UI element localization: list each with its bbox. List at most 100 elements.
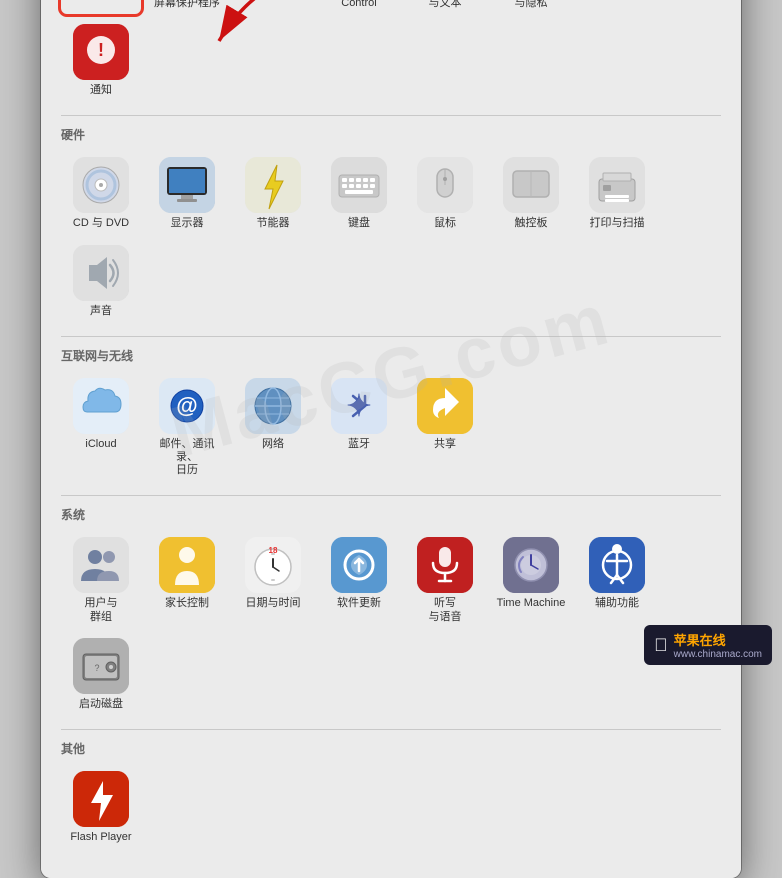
icon-wrap-timemachine bbox=[503, 537, 559, 593]
section-internet: iCloud @ 邮件、通讯录、日历 bbox=[61, 374, 721, 482]
icon-item-cddvd[interactable]: CD 与 DVD bbox=[61, 153, 141, 234]
icon-item-timemachine[interactable]: Time Machine bbox=[491, 533, 571, 627]
icon-item-flashplayer[interactable]: Flash Player bbox=[61, 767, 141, 848]
brand-text: 苹果在线 www.chinamac.com bbox=[674, 630, 762, 660]
keyboard-icon bbox=[331, 157, 387, 213]
keyboard-label: 键盘 bbox=[348, 217, 370, 230]
svg-text:!: ! bbox=[98, 40, 104, 60]
display-label: 显示器 bbox=[171, 217, 204, 230]
flashplayer-icon-svg bbox=[73, 771, 129, 827]
icon-item-notification[interactable]: ! 通知 bbox=[61, 20, 141, 101]
icon-item-print[interactable]: 打印与扫描 bbox=[577, 153, 657, 234]
svg-text:✦: ✦ bbox=[346, 390, 371, 423]
icon-wrap-network bbox=[245, 378, 301, 434]
icon-item-keyboard[interactable]: 键盘 bbox=[319, 153, 399, 234]
icon-wrap-notification: ! bbox=[73, 24, 129, 80]
icon-wrap-display bbox=[159, 157, 215, 213]
icon-item-startup[interactable]: ? 启动磁盘 bbox=[61, 634, 141, 715]
icon-wrap-cddvd bbox=[73, 157, 129, 213]
trackpad-icon-svg bbox=[503, 157, 559, 213]
datetime-icon: 18 bbox=[245, 537, 301, 593]
sound-label: 声音 bbox=[90, 305, 112, 318]
sharing-icon-svg bbox=[417, 378, 473, 434]
users-icon-svg bbox=[73, 537, 129, 593]
icon-item-users[interactable]: 用户与群组 bbox=[61, 533, 141, 627]
softupdate-label: 软件更新 bbox=[337, 597, 381, 610]
timemachine-icon-svg bbox=[503, 537, 559, 593]
users-label: 用户与群组 bbox=[85, 597, 118, 623]
sound-icon-svg bbox=[73, 245, 129, 301]
icon-item-parental[interactable]: 家长控制 bbox=[147, 533, 227, 627]
icon-wrap-energy bbox=[245, 157, 301, 213]
icon-item-energy[interactable]: 节能器 bbox=[233, 153, 313, 234]
icon-item-security[interactable]: 安全性与隐私 bbox=[491, 0, 571, 14]
icon-item-sound[interactable]: 声音 bbox=[61, 241, 141, 322]
trackpad-icon bbox=[503, 157, 559, 213]
icon-item-trackpad[interactable]: 触控板 bbox=[491, 153, 571, 234]
icon-wrap-print bbox=[589, 157, 645, 213]
icon-item-datetime[interactable]: 18 日期与时间 bbox=[233, 533, 313, 627]
network-icon bbox=[245, 378, 301, 434]
energy-label: 节能器 bbox=[257, 217, 290, 230]
network-label: 网络 bbox=[262, 438, 284, 451]
sound-icon bbox=[73, 245, 129, 301]
apple-logo:  bbox=[654, 635, 668, 656]
icon-wrap-datetime: 18 bbox=[245, 537, 301, 593]
language-label: 语言与文本 bbox=[429, 0, 462, 10]
icon-item-mouse[interactable]: 鼠标 bbox=[405, 153, 485, 234]
bluetooth-icon: ✦ bbox=[331, 378, 387, 434]
brand-badge:  苹果在线 www.chinamac.com bbox=[644, 625, 772, 665]
system-preferences-window: 系统偏好设置 ◀ ▶ 全部显示 MacCG.com bbox=[41, 0, 741, 878]
mouse-label: 鼠标 bbox=[434, 217, 456, 230]
flashplayer-icon bbox=[73, 771, 129, 827]
softupdate-icon-svg bbox=[331, 537, 387, 593]
print-label: 打印与扫描 bbox=[590, 217, 645, 230]
users-icon bbox=[73, 537, 129, 593]
icon-wrap-parental bbox=[159, 537, 215, 593]
divider-system bbox=[61, 495, 721, 496]
section-label-other: 其他 bbox=[61, 740, 721, 757]
icon-item-general[interactable]: 通用 通用 bbox=[61, 0, 141, 14]
icon-item-mission[interactable]: MissionControl bbox=[319, 0, 399, 14]
energy-icon bbox=[245, 157, 301, 213]
icloud-icon-svg bbox=[73, 378, 129, 434]
icon-item-network[interactable]: 网络 bbox=[233, 374, 313, 482]
svg-text:18: 18 bbox=[269, 546, 278, 555]
network-icon-svg bbox=[245, 378, 301, 434]
icon-item-spotlight[interactable]: Spotlight bbox=[577, 0, 657, 14]
icon-item-softupdate[interactable]: 软件更新 bbox=[319, 533, 399, 627]
icon-wrap-accessibility bbox=[589, 537, 645, 593]
accessibility-icon-svg bbox=[589, 537, 645, 593]
icon-item-sharing[interactable]: 共享 bbox=[405, 374, 485, 482]
mouse-icon bbox=[417, 157, 473, 213]
section-system: 用户与群组 家长控制 bbox=[61, 533, 721, 715]
dictation-icon bbox=[417, 537, 473, 593]
section-label-internet: 互联网与无线 bbox=[61, 347, 721, 364]
section-label-hardware: 硬件 bbox=[61, 126, 721, 143]
sharing-icon bbox=[417, 378, 473, 434]
parental-icon-svg bbox=[159, 537, 215, 593]
icon-item-mail[interactable]: @ 邮件、通讯录、日历 bbox=[147, 374, 227, 482]
accessibility-icon bbox=[589, 537, 645, 593]
icon-item-accessibility[interactable]: 辅助功能 bbox=[577, 533, 657, 627]
section-other: Flash Player bbox=[61, 767, 721, 848]
icon-item-dock[interactable]: Dock bbox=[233, 0, 313, 14]
icon-wrap-mouse bbox=[417, 157, 473, 213]
icon-item-dictation[interactable]: 听写与语音 bbox=[405, 533, 485, 627]
icon-wrap-users bbox=[73, 537, 129, 593]
sharing-label: 共享 bbox=[434, 438, 456, 451]
icon-item-icloud[interactable]: iCloud bbox=[61, 374, 141, 482]
icon-item-display[interactable]: 显示器 bbox=[147, 153, 227, 234]
icloud-icon bbox=[73, 378, 129, 434]
icon-item-bluetooth[interactable]: ✦ 蓝牙 bbox=[319, 374, 399, 482]
timemachine-icon bbox=[503, 537, 559, 593]
datetime-icon-svg: 18 bbox=[245, 537, 301, 593]
icon-wrap-startup: ? bbox=[73, 638, 129, 694]
icon-wrap-flashplayer bbox=[73, 771, 129, 827]
parental-label: 家长控制 bbox=[165, 597, 209, 610]
display-icon-svg bbox=[159, 157, 215, 213]
icon-wrap-keyboard bbox=[331, 157, 387, 213]
icon-item-language[interactable]: 语言与文本 bbox=[405, 0, 485, 14]
icon-item-desktop[interactable]: 桌面与屏幕保护程序 bbox=[147, 0, 227, 14]
section-label-system: 系统 bbox=[61, 506, 721, 523]
